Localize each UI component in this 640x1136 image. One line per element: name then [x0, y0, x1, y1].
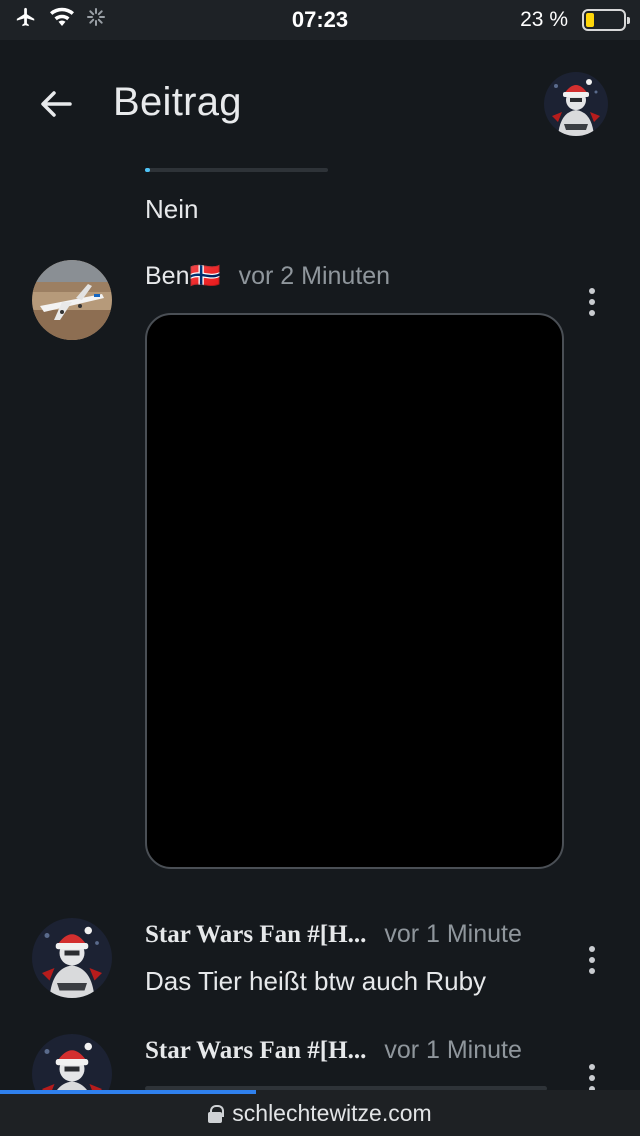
comment-text: Das Tier heißt btw auch Ruby	[145, 966, 487, 996]
post-meta: Ben🇳🇴 vor 2 Minuten	[145, 262, 390, 291]
page-title: Beitrag	[113, 80, 242, 124]
dot	[589, 288, 595, 294]
status-right: 23 %	[426, 8, 630, 32]
post-meta: Star Wars Fan #[H... vor 1 Minute	[145, 1036, 522, 1065]
timestamp: vor 1 Minute	[384, 920, 522, 948]
author-name[interactable]: Star Wars Fan #[H...	[145, 1037, 366, 1065]
lock-icon	[208, 1105, 225, 1123]
user-avatar[interactable]	[544, 72, 608, 136]
post-media-image[interactable]	[145, 313, 564, 869]
url-text: schlechtewitze.com	[232, 1099, 432, 1126]
page-load-progress	[0, 1090, 256, 1094]
wifi-icon	[48, 6, 76, 34]
battery-icon	[582, 9, 630, 31]
more-options-button[interactable]	[580, 282, 604, 322]
stormtrooper-avatar-icon	[32, 918, 112, 998]
scroll-indicator	[145, 168, 328, 172]
more-options-button[interactable]	[580, 940, 604, 980]
author-name[interactable]: Ben🇳🇴	[145, 262, 221, 291]
timestamp: vor 1 Minute	[384, 1036, 522, 1064]
dot	[589, 310, 595, 316]
airplane-photo-avatar-icon	[32, 260, 112, 340]
battery-fill	[586, 13, 595, 27]
browser-url-bar[interactable]: schlechtewitze.com	[0, 1090, 640, 1136]
scroll-indicator-fill	[145, 168, 150, 172]
loading-spinner-icon	[86, 7, 106, 33]
dot	[589, 957, 595, 963]
dot	[589, 946, 595, 952]
status-bar: 07:23 23 %	[0, 0, 640, 40]
timestamp: vor 2 Minuten	[238, 262, 391, 290]
dot	[589, 299, 595, 305]
app-header: Beitrag	[0, 40, 640, 168]
stormtrooper-avatar-icon	[544, 72, 608, 136]
back-button[interactable]	[34, 82, 78, 126]
dot	[589, 968, 595, 974]
avatar[interactable]	[32, 260, 112, 340]
dot	[589, 1064, 595, 1070]
airplane-icon	[14, 6, 38, 34]
status-time: 07:23	[291, 7, 349, 32]
status-left	[14, 6, 214, 34]
battery-percentage: 23 %	[520, 8, 568, 31]
avatar[interactable]	[32, 918, 112, 998]
dot	[589, 1075, 595, 1081]
previous-reply-text: Nein	[145, 194, 199, 224]
arrow-left-icon	[41, 91, 72, 117]
author-name[interactable]: Star Wars Fan #[H...	[145, 921, 366, 949]
post-meta: Star Wars Fan #[H... vor 1 Minute	[145, 920, 522, 949]
